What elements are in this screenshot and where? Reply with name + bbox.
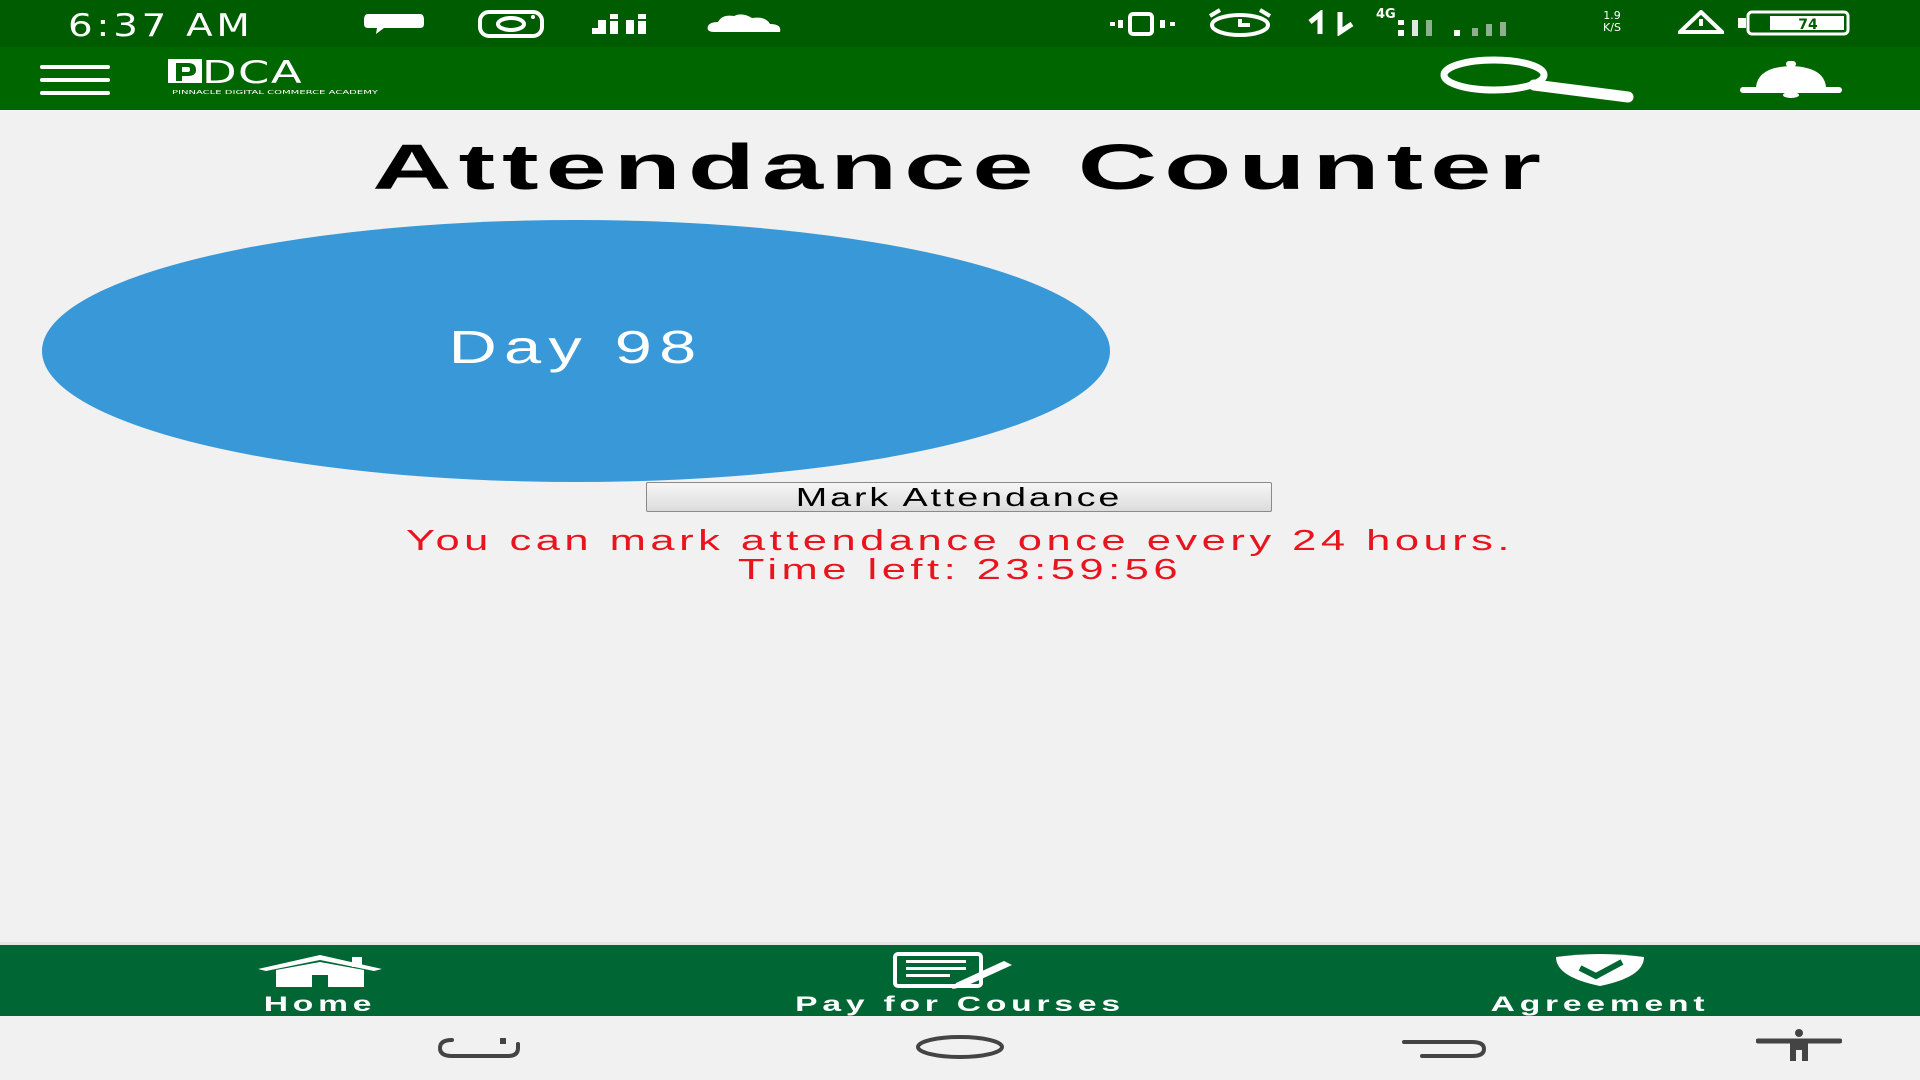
nav-item-pay-for-courses[interactable]: Pay for Courses: [700, 945, 1220, 1019]
svg-text:4G: 4G: [1376, 7, 1396, 22]
search-icon[interactable]: [1436, 53, 1636, 105]
app-bar: DCA PINNACLE DIGITAL COMMERCE ACADEMY: [0, 47, 1920, 110]
signal-icon: 4G: [1376, 7, 1506, 36]
chat-icon: [364, 14, 424, 34]
back-icon[interactable]: [1402, 1036, 1486, 1060]
instagram-icon: [478, 10, 544, 38]
warning-icon: [1678, 10, 1724, 34]
battery-icon: 74: [1738, 10, 1850, 36]
bottom-nav: Home Pay for Courses Agreement: [0, 942, 1920, 1016]
logo-text: DCA: [202, 55, 304, 91]
alarm-icon: [1208, 8, 1272, 37]
edit-document-icon: [893, 952, 1012, 989]
shield-check-icon: [1556, 954, 1644, 986]
mark-attendance-label: Mark Attendance: [795, 482, 1123, 512]
home-circle-icon[interactable]: [914, 1034, 1006, 1060]
jiji-icon: [592, 14, 646, 34]
vibrate-icon: [1110, 12, 1175, 36]
status-bar: 6:37 AM 4G 1.9 K/S 74: [0, 0, 1920, 47]
nav-label-home: Home: [263, 993, 377, 1016]
nav-label-pay-for-courses: Pay for Courses: [795, 993, 1125, 1016]
svg-text:PINNACLE DIGITAL COMMERCE ACAD: PINNACLE DIGITAL COMMERCE ACADEMY: [172, 90, 380, 96]
data-transfer-icon: [1308, 10, 1354, 36]
recent-apps-icon[interactable]: [438, 1036, 522, 1060]
cloud-icon: [707, 14, 781, 32]
mark-attendance-button[interactable]: Mark Attendance: [646, 482, 1272, 512]
page-title: Attendance Counter: [372, 131, 1548, 203]
bell-icon[interactable]: [1736, 61, 1846, 99]
system-nav-bar: [0, 1016, 1920, 1080]
logo-mark-icon: [168, 59, 202, 83]
status-time: 6:37 AM: [68, 8, 254, 44]
home-icon: [258, 955, 382, 987]
accessibility-icon[interactable]: [1756, 1028, 1842, 1062]
network-speed: 1.9 K/S: [1603, 9, 1621, 34]
logo: DCA PINNACLE DIGITAL COMMERCE ACADEMY: [168, 55, 388, 97]
nav-item-agreement[interactable]: Agreement: [1410, 945, 1790, 1019]
nav-item-home[interactable]: Home: [200, 945, 440, 1019]
logo-tagline: PINNACLE DIGITAL COMMERCE ACADEMY: [172, 90, 380, 96]
nav-label-agreement: Agreement: [1490, 993, 1710, 1016]
svg-text:74: 74: [1798, 17, 1818, 33]
time-left-message: Time left: 23:59:56: [737, 554, 1183, 586]
menu-icon[interactable]: [40, 65, 110, 95]
day-counter-label: Day 98: [448, 321, 704, 373]
